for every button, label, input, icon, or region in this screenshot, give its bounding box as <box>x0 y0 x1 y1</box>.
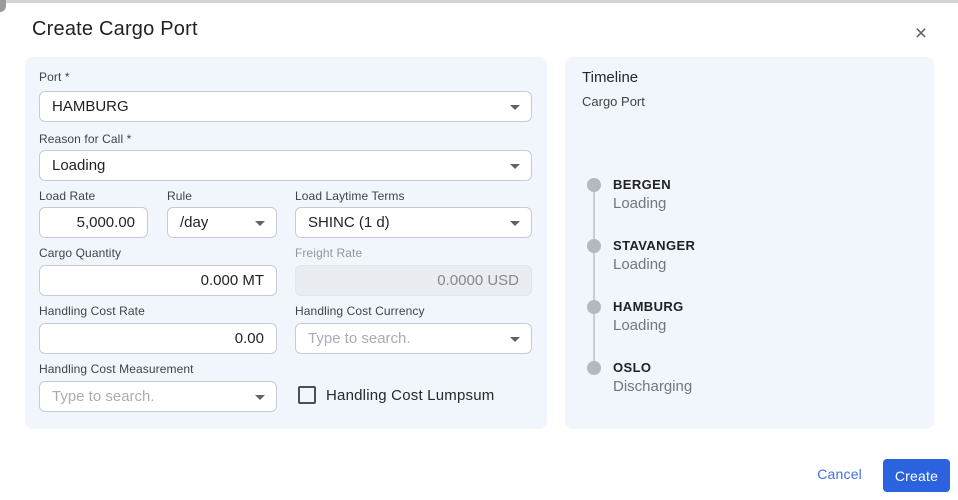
rule-value: /day <box>180 214 209 231</box>
dialog-title: Create Cargo Port <box>32 18 198 40</box>
form-panel: Port * HAMBURG Reason for Call * Loading… <box>25 57 547 429</box>
timeline-port-action: Loading <box>613 317 667 334</box>
timeline-panel: Timeline Cargo Port BERGEN Loading STAVA… <box>565 57 934 429</box>
timeline-port-name: OSLO <box>613 360 652 375</box>
reason-for-call-value: Loading <box>52 157 106 174</box>
timeline-port-name: BERGEN <box>613 177 672 192</box>
handling-cost-measurement-placeholder: Type to search. <box>52 388 155 405</box>
chevron-down-icon <box>510 336 520 342</box>
timeline-dot-icon <box>587 361 601 375</box>
timeline-port-action: Discharging <box>613 378 693 395</box>
chevron-down-icon <box>510 163 520 169</box>
timeline-item: HAMBURG Loading <box>565 299 925 334</box>
load-rate-label: Load Rate <box>39 189 96 203</box>
timeline-subtitle: Cargo Port <box>582 94 645 109</box>
timeline-port-name: HAMBURG <box>613 299 684 314</box>
timeline-port-name: STAVANGER <box>613 238 696 253</box>
reason-for-call-label: Reason for Call * <box>39 132 132 146</box>
handling-cost-rate-label: Handling Cost Rate <box>39 304 145 318</box>
create-cargo-port-dialog: Create Cargo Port × Port * HAMBURG Reaso… <box>0 0 958 500</box>
cargo-quantity-label: Cargo Quantity <box>39 246 122 260</box>
timeline-dot-icon <box>587 239 601 253</box>
rule-select[interactable]: /day <box>167 207 277 238</box>
handling-cost-currency-placeholder: Type to search. <box>308 330 411 347</box>
handling-cost-currency-select[interactable]: Type to search. <box>295 323 532 354</box>
port-label: Port * <box>39 70 70 84</box>
reason-for-call-select[interactable]: Loading <box>39 150 532 181</box>
handling-cost-currency-label: Handling Cost Currency <box>295 304 425 318</box>
rule-label: Rule <box>167 189 193 203</box>
load-rate-input[interactable] <box>39 207 148 238</box>
load-laytime-terms-select[interactable]: SHINC (1 d) <box>295 207 532 238</box>
load-laytime-terms-label: Load Laytime Terms <box>295 189 405 203</box>
chevron-down-icon <box>510 104 520 110</box>
cargo-quantity-input[interactable] <box>39 265 277 296</box>
handling-cost-measurement-label: Handling Cost Measurement <box>39 362 194 376</box>
close-icon[interactable]: × <box>908 20 934 46</box>
timeline-item: BERGEN Loading <box>565 177 925 212</box>
handling-cost-measurement-select[interactable]: Type to search. <box>39 381 277 412</box>
timeline-dot-icon <box>587 300 601 314</box>
timeline-title: Timeline <box>582 69 639 86</box>
cancel-button[interactable]: Cancel <box>817 466 862 482</box>
timeline-port-action: Loading <box>613 195 667 212</box>
create-button[interactable]: Create <box>883 459 950 492</box>
timeline-connector-line <box>593 185 595 370</box>
chevron-down-icon <box>255 394 265 400</box>
freight-rate-input <box>295 265 532 296</box>
dialog-corner-shadow <box>0 0 6 12</box>
timeline-dot-icon <box>587 178 601 192</box>
handling-cost-lumpsum-checkbox[interactable]: Handling Cost Lumpsum <box>298 386 494 404</box>
port-select-value: HAMBURG <box>52 98 129 115</box>
chevron-down-icon <box>255 220 265 226</box>
timeline-item: OSLO Discharging <box>565 360 925 395</box>
freight-rate-label: Freight Rate <box>295 246 363 260</box>
handling-cost-lumpsum-label: Handling Cost Lumpsum <box>326 386 495 404</box>
handling-cost-rate-input[interactable] <box>39 323 277 354</box>
checkbox-icon[interactable] <box>298 386 316 404</box>
chevron-down-icon <box>510 220 520 226</box>
timeline-item: STAVANGER Loading <box>565 238 925 273</box>
timeline-port-action: Loading <box>613 256 667 273</box>
dialog-top-edge <box>0 0 958 3</box>
load-laytime-terms-value: SHINC (1 d) <box>308 214 390 231</box>
port-select[interactable]: HAMBURG <box>39 91 532 122</box>
